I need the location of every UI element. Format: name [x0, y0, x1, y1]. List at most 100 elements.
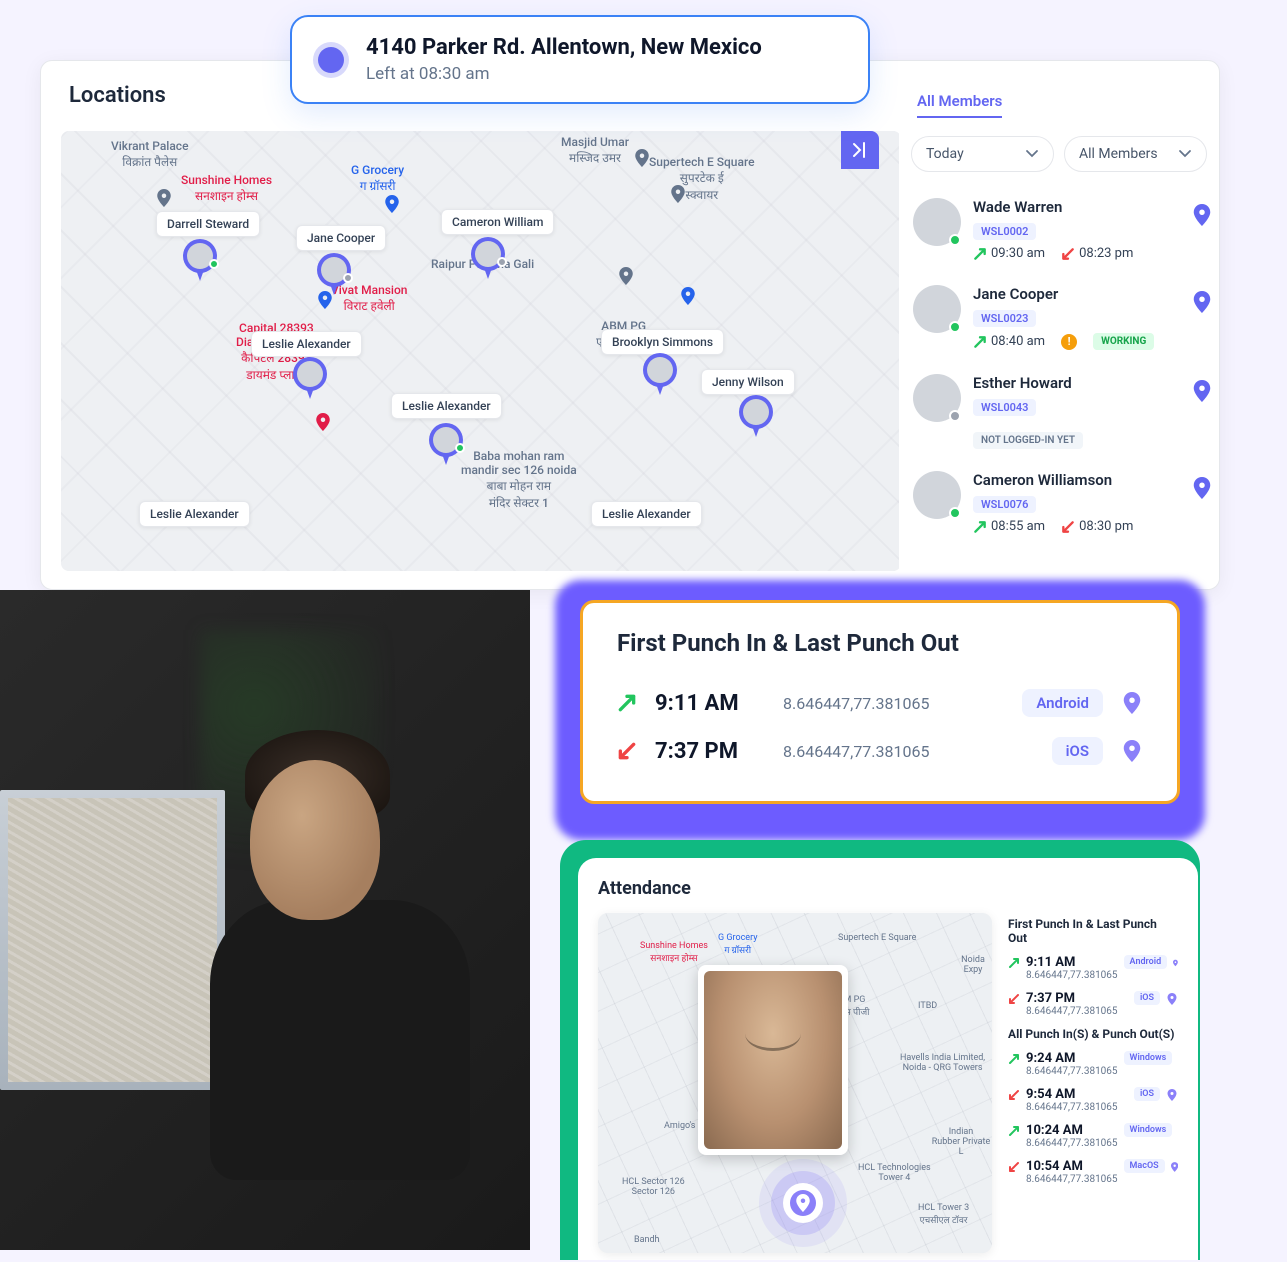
arrow-out-icon: [1008, 993, 1020, 1005]
arrow-in-icon: [973, 520, 987, 534]
map-pin-label[interactable]: Leslie Alexander: [391, 393, 502, 419]
member-list: Wade Warren WSL0002 09:30 am08:23 pm Jan…: [899, 186, 1219, 546]
attendance-map[interactable]: Sunshine Homes सनशाइन होम्सG Grocery ग ग…: [598, 913, 992, 1253]
arrow-out-icon: [1061, 247, 1075, 261]
location-pin-icon[interactable]: [1191, 380, 1213, 402]
arrow-out-icon: [617, 741, 637, 761]
location-pin-icon: [1166, 993, 1178, 1005]
map-pin-label[interactable]: Jenny Wilson: [701, 369, 795, 395]
platform-badge: iOS: [1134, 991, 1160, 1005]
attendance-side-list: First Punch In & Last Punch Out 9:11 AM …: [1008, 913, 1178, 1253]
member-row[interactable]: Esther Howard WSL0043 NOT LOGGED-IN YET: [899, 362, 1219, 459]
attendance-title: Attendance: [598, 878, 1178, 899]
map-poi-icon: [314, 413, 332, 431]
arrow-out-icon: [1061, 520, 1075, 534]
decorative-photo: [0, 590, 530, 1250]
map-poi-icon: [617, 267, 635, 285]
map-member-pin[interactable]: [739, 395, 773, 441]
map-pin-label[interactable]: Leslie Alexander: [251, 331, 362, 357]
avatar: [913, 471, 961, 519]
punch-all-title: All Punch In(S) & Punch Out(S): [1008, 1027, 1178, 1041]
member-name: Esther Howard: [973, 374, 1205, 392]
punch-first-last-title: First Punch In & Last Punch Out: [1008, 917, 1178, 945]
member-photo: [704, 971, 842, 1149]
map-pin-label[interactable]: Cameron William: [441, 209, 554, 235]
location-pin-icon[interactable]: [1121, 692, 1143, 714]
attendance-map-label: ITBD: [918, 1001, 937, 1011]
arrow-out-icon: [1008, 1089, 1020, 1101]
map-member-pin[interactable]: [429, 423, 463, 469]
map-member-pin[interactable]: [643, 353, 677, 399]
attendance-map-label: Havells India Limited, Noida - QRG Tower…: [900, 1053, 985, 1073]
location-pin-icon[interactable]: [1191, 477, 1213, 499]
address-popover: 4140 Parker Rd. Allentown, New Mexico Le…: [290, 15, 870, 104]
arrow-in-icon: [973, 247, 987, 261]
location-pin-icon: [1166, 1089, 1178, 1101]
member-row[interactable]: Wade Warren WSL0002 09:30 am08:23 pm: [899, 186, 1219, 273]
platform-badge: Windows: [1124, 1051, 1173, 1065]
punch-coords: 8.646447,77.381065: [1026, 970, 1118, 981]
map-pin-label[interactable]: Leslie Alexander: [591, 501, 702, 527]
punch-time: 9:24 AM: [1026, 1051, 1118, 1066]
member-row[interactable]: Jane Cooper WSL0023 08:40 am!WORKING: [899, 273, 1219, 362]
member-name: Jane Cooper: [973, 285, 1205, 303]
location-pin-icon: [1171, 1161, 1178, 1173]
arrow-in-icon: [1008, 957, 1020, 969]
location-pin-icon[interactable]: [1191, 291, 1213, 313]
arrow-in-icon: [973, 335, 987, 349]
avatar: [913, 374, 961, 422]
platform-badge: Windows: [1124, 1123, 1173, 1137]
punch-coords: 8.646447,77.381065: [1026, 1006, 1128, 1017]
map-poi-icon: [383, 195, 401, 213]
map-pin-label[interactable]: Jane Cooper: [296, 225, 386, 251]
map-poi-icon: [679, 287, 697, 305]
chevron-down-icon: [1178, 147, 1192, 161]
members-filter-select[interactable]: All Members: [1064, 136, 1207, 172]
expand-sidebar-button[interactable]: [841, 131, 879, 169]
current-location-pin[interactable]: [783, 1183, 823, 1223]
time-in: 08:55 am: [973, 519, 1045, 534]
member-name: Cameron Williamson: [973, 471, 1205, 489]
map-place-label: Baba mohan ram mandir sec 126 noida बाबा…: [461, 449, 577, 511]
attendance-map-label: HCL Sector 126 Sector 126: [622, 1177, 685, 1197]
map-member-pin[interactable]: [293, 357, 327, 403]
punch-row: 9:11 AM 8.646447,77.381065 Android: [617, 679, 1143, 727]
map-member-pin[interactable]: [471, 237, 505, 283]
attendance-map-label: HCL Tower 3 एचसीएल टॉवर: [918, 1203, 969, 1226]
status-badge-notlogged: NOT LOGGED-IN YET: [973, 432, 1083, 449]
members-sidebar: All Members Today All Members Wade Warre…: [899, 91, 1219, 590]
expand-icon: [851, 141, 869, 159]
attendance-punch-row[interactable]: 10:54 AM 8.646447,77.381065 MacOS: [1008, 1159, 1178, 1185]
map-pin-label[interactable]: Darrell Steward: [156, 211, 260, 237]
attendance-punch-row[interactable]: 7:37 PM 8.646447,77.381065 iOS: [1008, 991, 1178, 1017]
time-out: 08:30 pm: [1061, 519, 1133, 534]
warning-icon: !: [1061, 334, 1077, 350]
attendance-punch-row[interactable]: 10:24 AM 8.646447,77.381065 Windows: [1008, 1123, 1178, 1149]
map-pin-label[interactable]: Leslie Alexander: [139, 501, 250, 527]
map-member-pin[interactable]: [317, 253, 351, 299]
attendance-map-label: G Grocery ग ग्रॉसरी: [718, 933, 757, 956]
punch-row: 7:37 PM 8.646447,77.381065 iOS: [617, 727, 1143, 775]
member-row[interactable]: Cameron Williamson WSL0076 08:55 am08:30…: [899, 459, 1219, 546]
location-pin-icon: [796, 1194, 810, 1212]
map-pin-label[interactable]: Brooklyn Simmons: [601, 329, 724, 355]
location-dot-icon: [318, 47, 344, 73]
avatar: [913, 198, 961, 246]
attendance-punch-row[interactable]: 9:24 AM 8.646447,77.381065 Windows: [1008, 1051, 1178, 1077]
map-poi-icon: [155, 189, 173, 207]
location-pin-icon[interactable]: [1121, 740, 1143, 762]
punch-card: First Punch In & Last Punch Out 9:11 AM …: [580, 600, 1180, 804]
arrow-out-icon: [1008, 1161, 1020, 1173]
map[interactable]: Vikrant Palace विक्रांत पैलेसSunshine Ho…: [61, 131, 901, 571]
status-badge-working: WORKING: [1093, 333, 1154, 350]
map-member-pin[interactable]: [183, 239, 217, 285]
date-filter-select[interactable]: Today: [911, 136, 1054, 172]
tab-all-members[interactable]: All Members: [917, 92, 1002, 118]
location-pin-icon[interactable]: [1191, 204, 1213, 226]
attendance-punch-row[interactable]: 9:54 AM 8.646447,77.381065 iOS: [1008, 1087, 1178, 1113]
attendance-punch-row[interactable]: 9:11 AM 8.646447,77.381065 Android: [1008, 955, 1178, 981]
location-pin-icon: [1173, 957, 1178, 969]
punch-coords: 8.646447,77.381065: [1026, 1174, 1118, 1185]
map-place-label: Vikrant Palace विक्रांत पैलेस: [111, 139, 189, 170]
map-place-label: Supertech E Square सुपरटेक ई स्क्वायर: [649, 155, 755, 203]
